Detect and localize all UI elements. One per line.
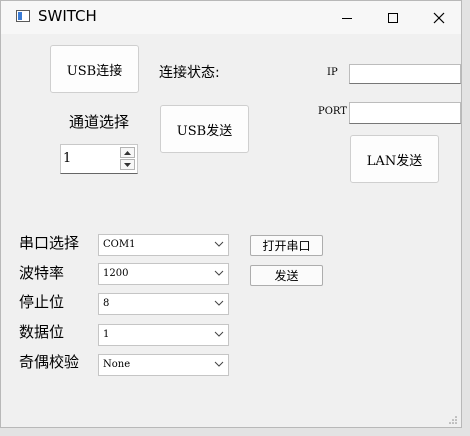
channel-select-label: 通道选择 <box>69 113 130 131</box>
usb-send-button[interactable]: USB发送 <box>160 105 249 153</box>
usb-connect-button[interactable]: USB连接 <box>50 45 139 93</box>
minimize-icon <box>342 17 352 19</box>
resize-grip-icon[interactable] <box>449 416 457 424</box>
app-icon <box>16 10 30 22</box>
maximize-button[interactable] <box>370 1 416 34</box>
connection-status-label: 连接状态: <box>159 65 220 81</box>
window-title: SWITCH <box>38 7 97 25</box>
spin-down-button[interactable] <box>120 159 135 170</box>
main-window: SWITCH USB连接 连接状态: 通道选择 1 USB发送 IP PORT … <box>0 0 462 428</box>
chevron-down-icon <box>214 300 224 306</box>
ip-label: IP <box>327 67 338 78</box>
chevron-down-icon <box>214 270 224 276</box>
minimize-button[interactable] <box>324 1 370 34</box>
parity-combo[interactable]: None <box>98 354 229 376</box>
maximize-icon <box>388 12 398 23</box>
close-icon <box>433 12 445 23</box>
title-bar[interactable]: SWITCH <box>1 1 461 34</box>
baud-rate-label: 波特率 <box>19 264 65 282</box>
chevron-down-icon <box>214 241 224 247</box>
serial-port-combo[interactable]: COM1 <box>98 234 229 256</box>
serial-port-label: 串口选择 <box>19 234 80 252</box>
chevron-down-icon <box>214 331 224 337</box>
baud-rate-combo[interactable]: 1200 <box>98 263 229 285</box>
open-serial-button[interactable]: 打开串口 <box>250 235 323 256</box>
chevron-down-icon <box>124 162 131 167</box>
spin-up-button[interactable] <box>120 147 135 158</box>
serial-send-button[interactable]: 发送 <box>250 265 323 286</box>
stop-bits-value: 8 <box>103 298 110 309</box>
chevron-down-icon <box>214 361 224 367</box>
serial-port-value: COM1 <box>103 239 136 250</box>
channel-spinbox-value: 1 <box>63 151 72 166</box>
port-label: PORT <box>318 106 347 117</box>
chevron-up-icon <box>124 150 131 155</box>
stop-bits-combo[interactable]: 8 <box>98 293 229 315</box>
parity-value: None <box>103 359 131 370</box>
lan-send-button[interactable]: LAN发送 <box>350 135 439 183</box>
data-bits-value: 1 <box>103 329 110 340</box>
data-bits-combo[interactable]: 1 <box>98 324 229 346</box>
stop-bits-label: 停止位 <box>19 293 65 311</box>
data-bits-label: 数据位 <box>19 323 65 341</box>
baud-rate-value: 1200 <box>103 268 129 279</box>
ip-input[interactable] <box>349 64 461 84</box>
port-input[interactable] <box>349 102 461 124</box>
close-button[interactable] <box>416 1 462 34</box>
parity-label: 奇偶校验 <box>19 353 80 371</box>
channel-spinbox[interactable]: 1 <box>60 144 138 174</box>
